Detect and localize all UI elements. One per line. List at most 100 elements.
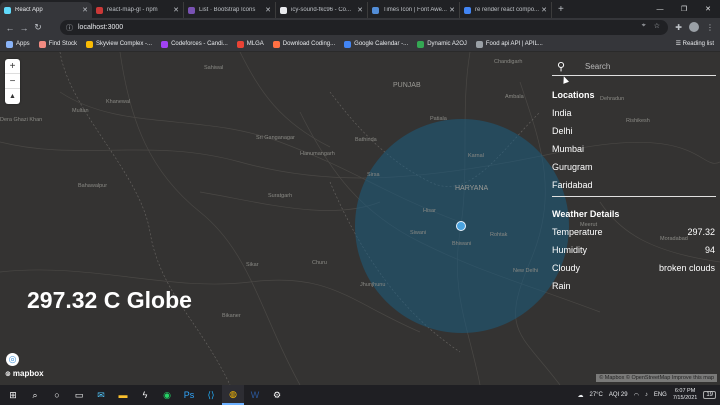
- bookmark-label: Find Stock: [48, 41, 78, 47]
- map-attribution[interactable]: © Mapbox © OpenStreetMap Improve this ma…: [596, 374, 717, 382]
- clock-date: 7/15/2021: [672, 395, 698, 401]
- location-marker[interactable]: [456, 221, 466, 231]
- tray-aqi[interactable]: AQI 29: [609, 392, 628, 398]
- file-explorer-icon[interactable]: ▬: [112, 385, 134, 405]
- map-place-label: Bhiwani: [452, 241, 472, 247]
- tab-close-icon[interactable]: ✕: [541, 6, 547, 14]
- browser-tab[interactable]: Times Icon | Font Awe... ✕: [368, 2, 460, 18]
- task-view-icon[interactable]: ▭: [68, 385, 90, 405]
- browser-tab[interactable]: react-map-gl - npm ✕: [92, 2, 184, 18]
- info-icon[interactable]: ⓘ: [66, 23, 73, 33]
- maximize-icon[interactable]: ❐: [672, 0, 696, 18]
- zoom-out-button[interactable]: −: [5, 74, 20, 89]
- bookmark-label: MLGA: [246, 41, 264, 47]
- clock[interactable]: 6:07 PM 7/15/2021: [673, 388, 697, 402]
- bookmark-item[interactable]: Find Stock: [38, 40, 78, 48]
- mail-icon[interactable]: ✉: [90, 385, 112, 405]
- chrome-icon[interactable]: ◍: [222, 385, 244, 405]
- forward-icon[interactable]: →: [17, 23, 31, 33]
- map-place-label: Dera Ghazi Khan: [0, 117, 43, 123]
- reading-list-button[interactable]: ☰ Reading list: [676, 40, 714, 47]
- menu-icon[interactable]: ⋮: [706, 23, 714, 32]
- bookmark-icon: [272, 40, 280, 48]
- photoshop-icon[interactable]: Ps: [178, 385, 200, 405]
- bookmark-item[interactable]: Download Coding...: [272, 40, 336, 48]
- settings-icon[interactable]: ⚙: [266, 385, 288, 405]
- tab-close-icon[interactable]: ✕: [82, 6, 88, 14]
- browser-tab[interactable]: List · Bootstrap Icons ✕: [184, 2, 276, 18]
- windows-start-icon[interactable]: ⊞: [2, 385, 24, 405]
- new-tab-button[interactable]: +: [552, 2, 570, 18]
- browser-tab[interactable]: React App ✕: [0, 2, 92, 18]
- vscode-icon[interactable]: ⟨⟩: [200, 385, 222, 405]
- location-item[interactable]: India: [552, 108, 572, 118]
- whatsapp-icon[interactable]: ◉: [156, 385, 178, 405]
- location-item[interactable]: Delhi: [552, 126, 573, 136]
- search-taskbar-icon[interactable]: ⌕: [24, 385, 46, 405]
- reload-icon[interactable]: ↻: [31, 22, 45, 33]
- tab-close-icon[interactable]: ✕: [173, 6, 179, 14]
- location-item[interactable]: Faridabad: [552, 180, 593, 190]
- tab-title: react-map-gl - npm: [107, 7, 158, 13]
- volume-icon[interactable]: ♪: [645, 392, 648, 398]
- location-item[interactable]: Mumbai: [552, 144, 584, 154]
- browser-tab[interactable]: icy-sound-fkc96 - Co... ✕: [276, 2, 368, 18]
- bookmark-icon: [344, 40, 352, 48]
- map-place-label: PUNJAB: [393, 82, 421, 89]
- bookmark-label: Download Coding...: [282, 41, 336, 47]
- bookmark-item[interactable]: MLGA: [236, 40, 264, 48]
- browser-tab[interactable]: re render react compo... ✕: [460, 2, 552, 18]
- back-icon[interactable]: ←: [3, 23, 17, 33]
- notification-badge[interactable]: 19: [703, 391, 716, 399]
- bookmark-item[interactable]: Google Calendar -...: [344, 40, 408, 48]
- tray-language[interactable]: ENG: [654, 392, 667, 398]
- app-icon[interactable]: ϟ: [134, 385, 156, 405]
- bookmark-item[interactable]: Dynamic A2OJ: [417, 40, 467, 48]
- map-place-label: Bathinda: [355, 137, 377, 143]
- bookmark-label: Skyview Complex -...: [96, 41, 153, 47]
- avatar[interactable]: [689, 22, 699, 32]
- bookmark-item[interactable]: Food api API | APIL...: [475, 40, 543, 48]
- tab-close-icon[interactable]: ✕: [357, 6, 363, 14]
- bookmark-item[interactable]: Codeforces - Candi...: [161, 40, 228, 48]
- map-place-label: Multan: [72, 108, 89, 114]
- tab-title: List · Bootstrap Icons: [199, 7, 256, 13]
- extensions-icon[interactable]: ✚: [675, 23, 682, 32]
- tab-close-icon[interactable]: ✕: [449, 6, 455, 14]
- tab-title: Times Icon | Font Awe...: [383, 7, 447, 13]
- detail-label: Temperature: [552, 227, 603, 237]
- weather-icon[interactable]: ☁: [577, 392, 583, 399]
- clock-time: 6:07 PM: [674, 388, 696, 394]
- word-icon[interactable]: W: [244, 385, 266, 405]
- zoom-in-button[interactable]: +: [5, 59, 20, 74]
- tab-favicon-icon: [464, 6, 471, 14]
- map-place-label: Jhunjhunu: [360, 282, 386, 288]
- map-place-label: HARYANA: [455, 185, 489, 192]
- bookmark-icon: [475, 40, 483, 48]
- search-icon[interactable]: ⚲: [552, 60, 570, 73]
- close-window-icon[interactable]: ✕: [696, 0, 720, 18]
- mapbox-logo: ⊚ mapbox: [5, 369, 44, 378]
- tray-weather[interactable]: 27°C: [589, 392, 602, 398]
- search-input[interactable]: [585, 62, 705, 71]
- map-place-label: Siwani: [410, 230, 427, 236]
- tab-close-icon[interactable]: ✕: [265, 6, 271, 14]
- tab-favicon-icon: [96, 6, 103, 14]
- address-bar[interactable]: ⓘ localhost:3000 ⌖ ☆: [60, 20, 668, 35]
- star-icon[interactable]: ☆: [654, 22, 660, 30]
- info-circle-icon[interactable]: ◎: [6, 353, 19, 366]
- bookmark-item[interactable]: Skyview Complex -...: [86, 40, 153, 48]
- map-place-label: Suratgarh: [268, 193, 293, 199]
- location-item[interactable]: Gurugram: [552, 162, 593, 172]
- url-text: localhost:3000: [78, 24, 124, 31]
- detail-value: broken clouds: [658, 263, 715, 273]
- cortana-icon[interactable]: ○: [46, 385, 68, 405]
- bookmark-item[interactable]: Apps: [6, 40, 30, 48]
- minimize-icon[interactable]: —: [648, 0, 672, 18]
- map-place-label: Sahiwal: [204, 65, 224, 71]
- tab-favicon-icon: [188, 6, 195, 14]
- bookmark-label: Food api API | APIL...: [485, 41, 543, 47]
- location-icon[interactable]: ⌖: [642, 22, 646, 30]
- wifi-icon[interactable]: ◠: [634, 392, 639, 399]
- compass-icon[interactable]: ▲: [5, 89, 20, 104]
